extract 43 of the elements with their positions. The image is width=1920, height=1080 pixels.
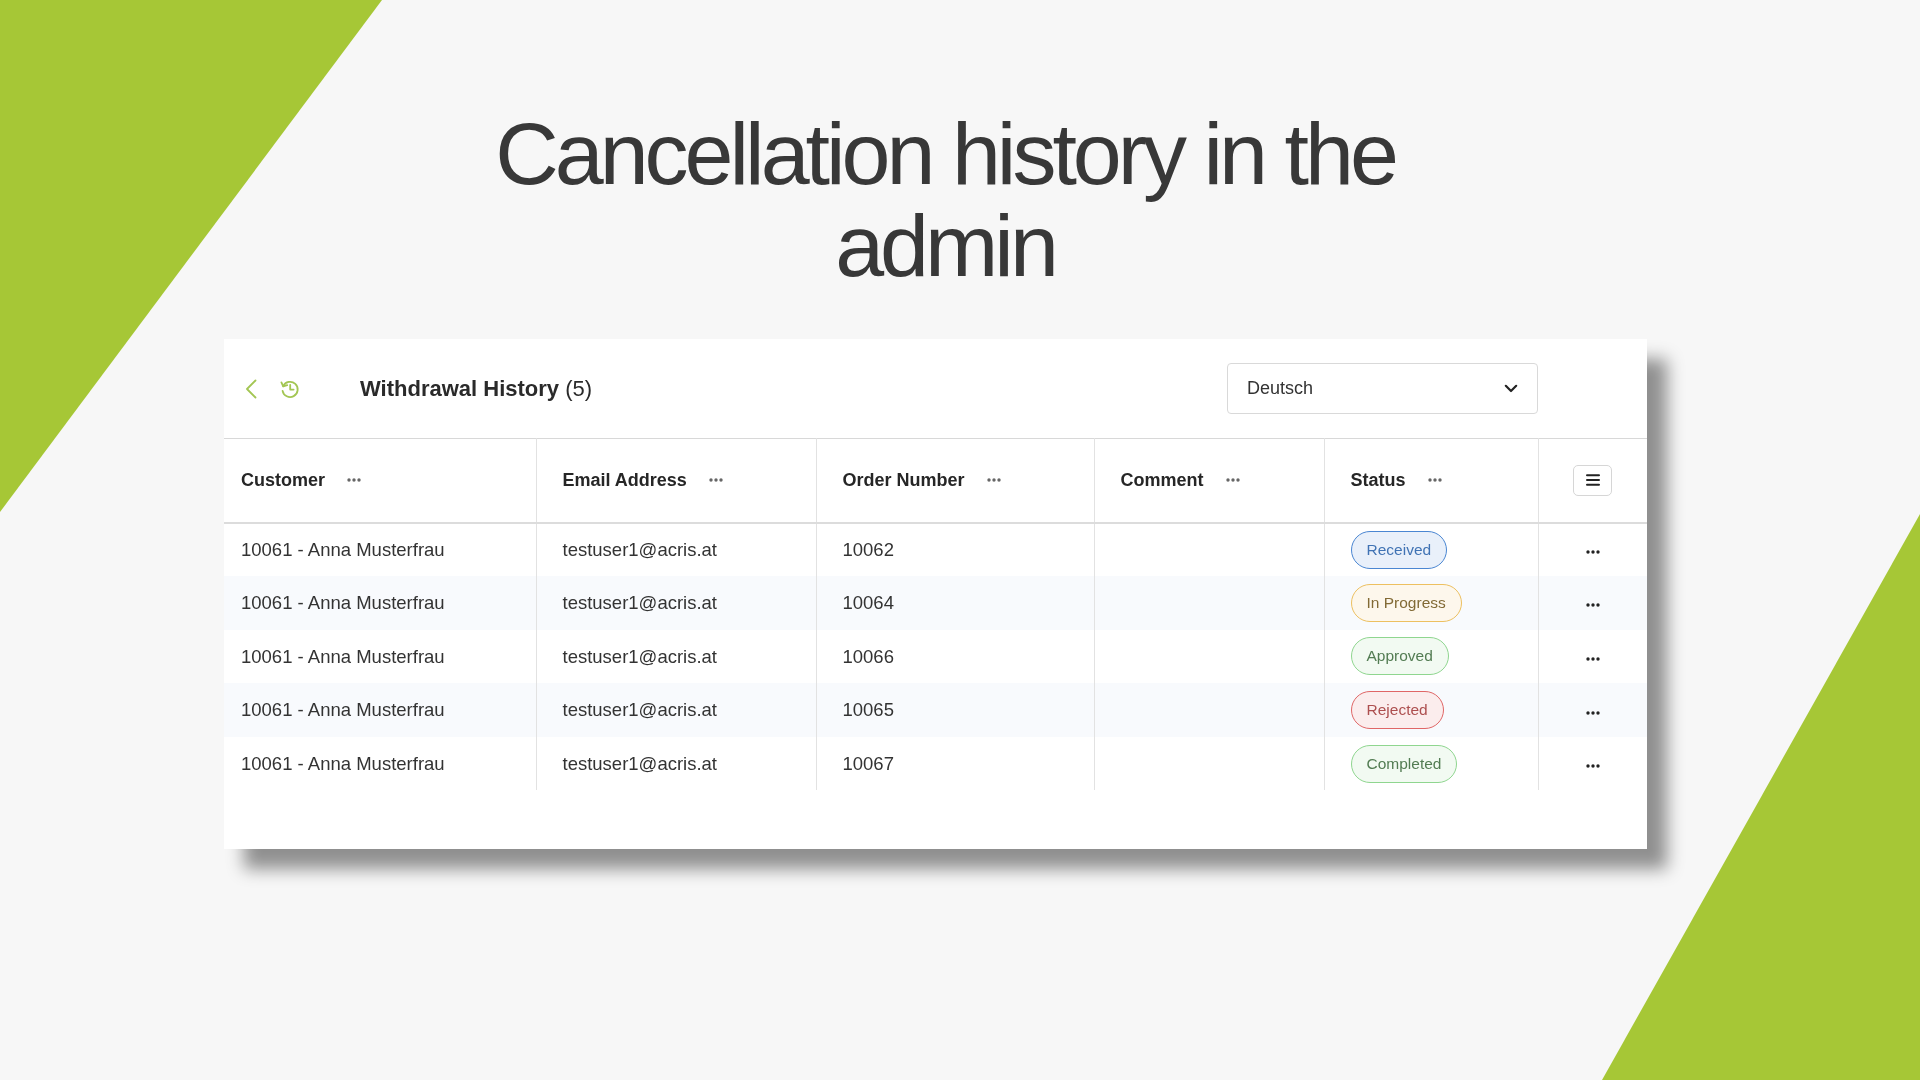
more-icon — [708, 478, 723, 483]
more-icon — [347, 478, 361, 483]
history-icon — [280, 378, 300, 399]
table-cell: testuser1@acris.at — [562, 699, 717, 721]
chevron-left-icon — [245, 378, 257, 399]
more-icon — [1585, 657, 1600, 661]
chevron-down-icon — [1504, 384, 1518, 393]
table-cell: 10061 - Anna Musterfrau — [241, 752, 445, 774]
column-header: Comment — [1120, 468, 1204, 492]
more-icon — [1427, 478, 1442, 483]
more-icon — [1585, 710, 1600, 715]
status-badge: In Progress — [1350, 583, 1462, 622]
column-header: Customer — [241, 468, 325, 492]
table-cell: testuser1@acris.at — [562, 538, 717, 560]
table-cell: 10067 — [842, 752, 894, 774]
table-cell: 10061 - Anna Musterfrau — [241, 699, 445, 721]
table-cell: 10064 — [842, 592, 894, 613]
table-cell: testuser1@acris.at — [562, 752, 717, 774]
status-badge: Approved — [1350, 637, 1449, 676]
column-header: Status — [1350, 468, 1406, 492]
table-cell: 10062 — [842, 538, 894, 560]
table-cell: testuser1@acris.at — [562, 645, 717, 667]
table-cell: 10061 - Anna Musterfrau — [241, 592, 445, 613]
more-icon — [1585, 550, 1600, 555]
more-icon — [986, 478, 1001, 483]
table-cell: 10061 - Anna Musterfrau — [241, 538, 445, 560]
table-cell: testuser1@acris.at — [562, 592, 717, 613]
more-icon — [1225, 478, 1240, 483]
status-badge: Completed — [1350, 744, 1458, 783]
table-cell: 10061 - Anna Musterfrau — [241, 645, 445, 667]
table-cell: 10066 — [842, 645, 894, 667]
more-icon — [1585, 603, 1600, 608]
panel-title: Withdrawal History (5) — [360, 375, 593, 403]
column-header: Order Number — [842, 468, 965, 492]
status-badge: Rejected — [1350, 691, 1444, 730]
column-header: Email Address — [562, 468, 687, 492]
language-select[interactable]: Deutsch — [1227, 363, 1538, 414]
menu-icon — [1585, 474, 1600, 487]
slide-title: Cancellation history in the admin — [494, 108, 1396, 292]
table-cell: 10065 — [842, 699, 894, 721]
more-icon — [1585, 764, 1600, 769]
menu-button[interactable] — [1573, 464, 1613, 496]
status-badge: Received — [1350, 530, 1448, 569]
